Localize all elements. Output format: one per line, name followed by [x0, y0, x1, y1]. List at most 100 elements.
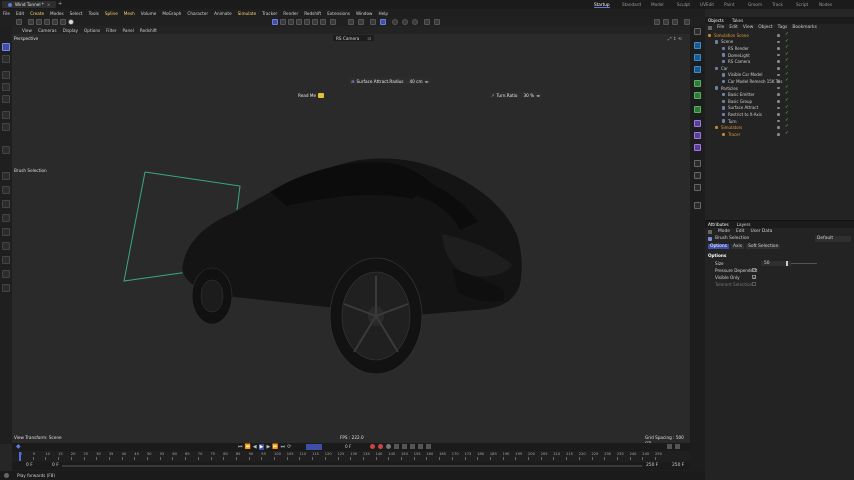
object-name[interactable]: Particles	[721, 86, 738, 91]
loop-icon[interactable]: ⟳	[287, 444, 291, 450]
layout-tab-groom[interactable]: Groom	[748, 2, 762, 7]
object-row[interactable]: RS Camera ✓	[705, 58, 854, 65]
viewport-menu-panel[interactable]: Panel	[123, 28, 134, 33]
layout-tab-sculpt[interactable]: Sculpt	[677, 2, 690, 7]
visibility-dot-icon[interactable]	[777, 53, 780, 57]
record-icon[interactable]	[370, 444, 375, 449]
viewport-menu-redshift[interactable]: Redshift	[140, 28, 157, 33]
object-name[interactable]: Tracer	[728, 132, 740, 137]
timeline-ruler[interactable]: 0 5 10 15 20 25 30 35 40 45 50 55 60 65 70 75 80 85 90 95 10…	[12, 452, 690, 461]
menu-window[interactable]: Window	[356, 11, 373, 16]
object-name[interactable]: Simulation Scene	[714, 33, 749, 38]
axis-mode-icon[interactable]	[320, 18, 326, 25]
object-name[interactable]: Basic Emitter	[728, 92, 755, 97]
mograph-icon[interactable]	[694, 80, 701, 87]
enabled-check-icon[interactable]: ✓	[785, 72, 789, 77]
tab-attributes[interactable]: Attributes	[708, 222, 729, 227]
visibility-dot-icon[interactable]	[777, 93, 780, 96]
menu-mograph[interactable]: MoGraph	[162, 11, 181, 16]
polygons-mode-icon[interactable]	[296, 18, 302, 25]
ipr-icon[interactable]	[434, 18, 440, 25]
enabled-check-icon[interactable]: ✓	[785, 131, 789, 136]
workplane-icon[interactable]	[370, 18, 376, 25]
viewport-menu-filter[interactable]: Filter	[106, 28, 116, 33]
tab-takes[interactable]: Takes	[732, 18, 743, 23]
text-icon[interactable]	[694, 66, 701, 73]
menu-volume[interactable]: Volume	[141, 11, 157, 16]
stepper-icon[interactable]: ◂▸	[425, 79, 429, 84]
visibility-dot-icon[interactable]	[777, 86, 780, 90]
menu-tools[interactable]: Tools	[89, 11, 99, 16]
visible-only-checkbox[interactable]: ✓	[752, 275, 756, 280]
next-key-icon[interactable]: ⏩	[272, 444, 278, 450]
visibility-dot-icon[interactable]	[777, 113, 780, 116]
go-to-end-icon[interactable]: ⏭	[281, 444, 286, 450]
rotation-key-icon[interactable]	[402, 444, 407, 449]
menu-tracker[interactable]: Tracker	[262, 11, 277, 16]
visibility-dot-icon[interactable]	[777, 73, 780, 77]
enabled-check-icon[interactable]: ✓	[785, 105, 789, 110]
enabled-check-icon[interactable]: ✓	[785, 52, 789, 57]
viewport-menu-view[interactable]: View	[22, 28, 32, 33]
enabled-check-icon[interactable]: ✓	[785, 111, 789, 116]
range-slider[interactable]	[62, 465, 642, 467]
model-mode-icon[interactable]	[272, 18, 278, 25]
brush-tool-icon[interactable]	[2, 111, 10, 119]
rotate-tool-icon[interactable]	[2, 83, 10, 91]
objects-menu-view[interactable]: View	[743, 25, 753, 30]
layout-tab-startup[interactable]: Startup	[594, 2, 610, 8]
param-key-icon[interactable]	[418, 444, 423, 449]
field-icon[interactable]	[60, 18, 66, 25]
object-row[interactable]: Surface Attract ✓	[705, 105, 854, 112]
redshift-icon[interactable]	[424, 18, 430, 25]
search-icon[interactable]	[2, 55, 10, 63]
menu-spline[interactable]: Spline	[105, 11, 118, 16]
object-row[interactable]: Car ✓	[705, 65, 854, 72]
enabled-check-icon[interactable]: ✓	[785, 85, 789, 90]
visibility-dot-icon[interactable]	[777, 126, 780, 129]
viewport[interactable]: Perspective RS Camera ⊡ ⤢ ↕ ⟲ ⋒ Surface …	[12, 34, 690, 443]
object-row[interactable]: Simulation Scene ✓	[705, 32, 854, 39]
preview-start-field[interactable]: 0 F	[52, 463, 59, 468]
points-mode-icon[interactable]	[280, 18, 286, 25]
enabled-check-icon[interactable]: ✓	[785, 45, 789, 50]
paint-tool-icon[interactable]	[2, 123, 10, 131]
viewport-menu-cameras[interactable]: Cameras	[38, 28, 57, 33]
autokey-icon[interactable]	[378, 444, 383, 449]
subtab-soft-selection[interactable]: Soft Selection	[746, 244, 781, 249]
object-name[interactable]: Car	[721, 66, 728, 71]
cube-icon[interactable]	[28, 18, 34, 25]
hud-surface-attract-radius[interactable]: ⋒ Surface Attract.Radius 40 cm ◂▸	[349, 78, 431, 84]
hud-radius-value[interactable]: 40 cm	[409, 79, 422, 84]
attributes-menu-mode[interactable]: Mode	[718, 229, 730, 234]
deformer-icon[interactable]	[694, 120, 701, 127]
visibility-dot-icon[interactable]	[777, 133, 780, 136]
tolerant-selection-checkbox[interactable]	[752, 282, 756, 286]
smooth-tool-icon[interactable]	[2, 284, 10, 292]
objects-menu-object[interactable]: Object	[758, 25, 772, 30]
visibility-dot-icon[interactable]	[777, 47, 780, 50]
objects-menu-file[interactable]: File	[717, 25, 724, 30]
object-name[interactable]: Restrict to X-Axis	[728, 112, 762, 117]
object-row[interactable]: RS Render ✓	[705, 45, 854, 52]
preview-end-field[interactable]: 250 F	[646, 463, 658, 468]
object-row[interactable]: DomeLight ✓	[705, 52, 854, 59]
render-icon[interactable]	[402, 18, 408, 25]
scale-tool-icon[interactable]	[2, 95, 10, 103]
objects-menu-tags[interactable]: Tags	[778, 25, 788, 30]
document-tab[interactable]: Wind Tunnel * ×	[2, 1, 57, 8]
extrude-tool-icon[interactable]	[2, 200, 10, 208]
hud-turn-value[interactable]: 30 %	[523, 93, 534, 98]
objects-menu-bookmarks[interactable]: Bookmarks	[792, 25, 817, 30]
car-model[interactable]	[181, 157, 523, 375]
object-name[interactable]: Basic Group	[728, 99, 752, 104]
min-frame-field[interactable]: 0 F	[26, 463, 33, 468]
new-tab-button[interactable]: +	[58, 1, 62, 7]
objects-menu-edit[interactable]: Edit	[729, 25, 738, 30]
hexagon-icon[interactable]	[694, 54, 701, 61]
pressure-dependent-checkbox[interactable]	[752, 268, 756, 272]
pen-icon[interactable]	[36, 18, 42, 25]
edges-mode-icon[interactable]	[288, 18, 294, 25]
visibility-dot-icon[interactable]	[777, 67, 780, 70]
enabled-check-icon[interactable]: ✓	[785, 78, 789, 83]
